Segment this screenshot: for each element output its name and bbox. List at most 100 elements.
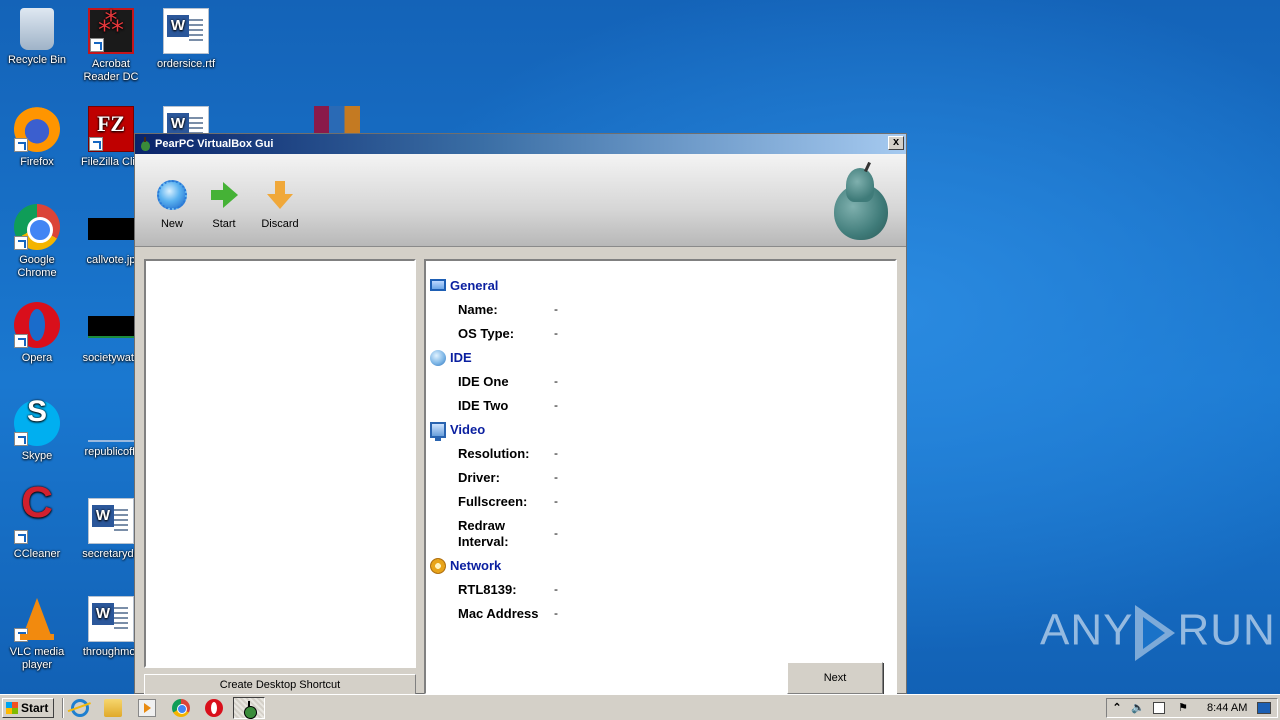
desktop-icon-firefox[interactable]: Firefox <box>0 106 74 169</box>
desktop-icon-acrobat[interactable]: Acrobat Reader DC <box>74 8 148 84</box>
detail-value: - <box>554 582 558 596</box>
system-tray: ⌃ 🔈 ⚑ 8:44 AM <box>1106 698 1278 718</box>
desktop-icon-chrome[interactable]: Google Chrome <box>0 204 74 280</box>
file-explorer-icon[interactable] <box>104 699 122 717</box>
desktop-icon-label: VLC media player <box>9 646 65 671</box>
discard-button-label: Discard <box>261 218 299 230</box>
internet-explorer-icon[interactable] <box>71 699 89 717</box>
shortcut-arrow-icon <box>14 138 28 152</box>
opera-taskbar-icon[interactable] <box>205 699 223 717</box>
shortcut-arrow-icon <box>14 432 28 446</box>
discard-arrow-icon <box>265 180 295 210</box>
desktop-icon-label: Opera <box>21 352 53 364</box>
section-ide: IDE <box>430 349 472 367</box>
word-document-icon <box>88 596 134 642</box>
section-general: General <box>430 277 498 295</box>
windows-logo-icon <box>6 702 18 714</box>
vm-list[interactable] <box>144 259 416 668</box>
detail-value: - <box>554 302 558 316</box>
display-icon <box>430 422 446 441</box>
create-desktop-shortcut-button[interactable]: Create Desktop Shortcut <box>144 674 416 696</box>
new-button[interactable]: New <box>144 180 200 230</box>
start-button-label: Start <box>212 218 236 230</box>
new-button-label: New <box>160 218 183 230</box>
detail-value: - <box>554 446 558 460</box>
desktop-icon-label: ordersice.rtf <box>156 58 216 70</box>
recycle-bin-icon <box>20 8 54 50</box>
section-title: General <box>450 278 499 293</box>
acrobat-icon <box>88 8 134 54</box>
detail-label: OS Type: <box>458 326 515 341</box>
network-icon[interactable] <box>1153 702 1165 714</box>
section-network: Network <box>430 557 501 575</box>
detail-row-redraw-interval: Redraw Interval: - <box>458 518 878 550</box>
desktop-icon-opera[interactable]: Opera <box>0 302 74 365</box>
desktop-icon-ccleaner[interactable]: CCleaner <box>0 496 74 561</box>
show-desktop-icon[interactable] <box>1257 702 1271 714</box>
desktop-icon-label: Google Chrome <box>17 254 57 279</box>
detail-value: - <box>554 470 558 484</box>
chrome-taskbar-icon[interactable] <box>172 699 190 717</box>
section-video: Video <box>430 421 485 441</box>
action-center-flag-icon[interactable]: ⚑ <box>1177 702 1189 714</box>
volume-icon[interactable]: 🔈 <box>1131 702 1145 714</box>
shortcut-arrow-icon <box>90 38 104 52</box>
next-button[interactable]: Next <box>787 662 883 694</box>
detail-value: - <box>554 398 558 412</box>
detail-label: RTL8139: <box>458 582 517 597</box>
detail-label: Resolution: <box>458 446 530 461</box>
pearpc-window: PearPC VirtualBox Gui x New Start Discar… <box>134 133 907 696</box>
show-hidden-icons-icon[interactable]: ⌃ <box>1111 702 1123 714</box>
image-thumbnail-icon <box>88 218 134 240</box>
play-triangle-icon <box>1135 605 1176 661</box>
pear-taskbar-icon <box>241 700 259 719</box>
window-title: PearPC VirtualBox Gui <box>155 138 274 150</box>
detail-value: - <box>554 494 558 508</box>
desktop-icon-skype[interactable]: Skype <box>0 400 74 463</box>
taskbar-pearpc-button[interactable] <box>233 697 265 719</box>
desktop-icon-ordersice[interactable]: ordersice.rtf <box>149 8 223 71</box>
pear-logo <box>832 161 890 242</box>
filezilla-icon <box>88 106 134 152</box>
detail-label: Redraw Interval: <box>458 518 509 549</box>
image-thumbnail-icon <box>88 316 134 338</box>
disk-icon <box>430 350 446 366</box>
window-titlebar[interactable]: PearPC VirtualBox Gui x <box>135 134 906 154</box>
watermark-text-left: ANY <box>1040 605 1134 655</box>
monitor-icon <box>430 279 446 291</box>
shortcut-arrow-icon <box>89 137 103 151</box>
detail-label: IDE One <box>458 374 509 389</box>
shortcut-arrow-icon <box>14 236 28 250</box>
word-document-icon <box>163 8 209 54</box>
desktop-icon-label: Acrobat Reader DC <box>83 58 139 83</box>
taskbar: Start ⌃ 🔈 ⚑ 8:44 AM <box>0 694 1280 720</box>
desktop-icon-recycle-bin[interactable]: Recycle Bin <box>0 8 74 67</box>
start-menu-button[interactable]: Start <box>2 698 54 718</box>
toolbar: New Start Discard <box>135 154 906 247</box>
discard-button[interactable]: Discard <box>252 180 308 230</box>
taskbar-separator <box>62 698 64 718</box>
vlc-icon <box>14 596 60 642</box>
detail-label: Mac Address <box>458 606 539 621</box>
chrome-icon <box>14 204 60 250</box>
desktop-icon-vlc[interactable]: VLC media player <box>0 596 74 672</box>
detail-value: - <box>554 374 558 388</box>
network-gear-icon <box>430 558 446 574</box>
media-player-icon[interactable] <box>138 699 156 717</box>
detail-label: Name: <box>458 302 498 317</box>
start-label: Start <box>21 701 49 715</box>
clock[interactable]: 8:44 AM <box>1207 699 1247 717</box>
detail-label: Driver: <box>458 470 500 485</box>
detail-value: - <box>554 326 558 340</box>
start-button[interactable]: Start <box>196 180 252 230</box>
section-title: IDE <box>450 350 472 365</box>
close-button[interactable]: x <box>888 136 904 150</box>
image-thumbnail-icon <box>88 440 134 442</box>
opera-icon <box>14 302 60 348</box>
section-title: Network <box>450 558 502 573</box>
watermark-text-right: RUN <box>1177 605 1276 655</box>
detail-label: IDE Two <box>458 398 509 413</box>
detail-label: Fullscreen: <box>458 494 528 509</box>
shortcut-arrow-icon <box>14 530 28 544</box>
shortcut-arrow-icon <box>14 628 28 642</box>
